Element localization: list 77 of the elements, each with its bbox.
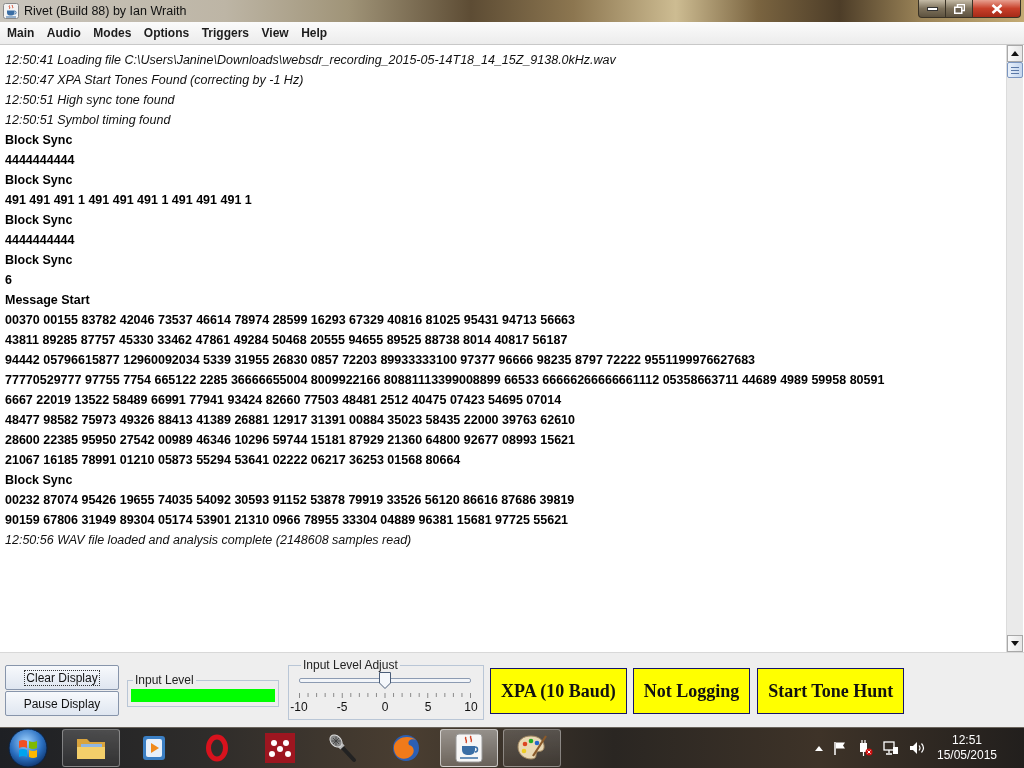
log-line: Block Sync bbox=[5, 212, 74, 229]
menu-item[interactable]: Options bbox=[137, 24, 196, 42]
microphone-icon bbox=[328, 733, 358, 763]
slider-thumb[interactable] bbox=[379, 672, 391, 689]
window-title: Rivet (Build 88) by Ian Wraith bbox=[24, 4, 187, 18]
log-line: Block Sync bbox=[5, 132, 74, 149]
log-line: 21067 16185 78991 01210 05873 55294 53641 02222 06217 36253 01568 80664 bbox=[5, 452, 462, 469]
log-line: 6667 22019 13522 58489 66991 77941 93424 82660 77503 48481 2512 40475 07423 54695 07014 bbox=[5, 392, 563, 409]
plug-icon[interactable] bbox=[857, 740, 873, 756]
menu-item[interactable]: Modes bbox=[87, 24, 138, 42]
cup-icon bbox=[455, 733, 483, 763]
log-line: 43811 89285 87757 45330 33462 47861 49284 50468 20555 94655 89525 88738 8014 40817 56187 bbox=[5, 332, 569, 349]
menu-item[interactable]: Help bbox=[295, 24, 334, 42]
down-arrow-icon bbox=[1011, 641, 1019, 646]
display-button[interactable]: Pause Display bbox=[5, 691, 119, 716]
log-line: 12:50:41 Loading file C:\Users\Janine\Downloads\websdr_recording_2015-05-14T18_14_15Z_9138.0kHz.wav bbox=[5, 52, 617, 69]
log-line: 00370 00155 83782 42046 73537 46614 78974 28599 16293 67329 40816 81025 95431 94713 56663 bbox=[5, 312, 576, 329]
tick-label: -10 bbox=[289, 700, 309, 714]
cup-icon bbox=[3, 3, 19, 19]
log-line: 4444444444 bbox=[5, 152, 76, 169]
speaker-icon[interactable] bbox=[909, 741, 926, 755]
log-line: 12:50:51 Symbol timing found bbox=[5, 112, 172, 129]
caret-icon[interactable] bbox=[815, 745, 823, 751]
log-line: Block Sync bbox=[5, 252, 74, 269]
scroll-down-button[interactable] bbox=[1007, 635, 1023, 652]
tick-label: 10 bbox=[463, 700, 479, 714]
ring-icon bbox=[205, 734, 229, 762]
orb-icon bbox=[8, 728, 48, 768]
log-line: 94442 05796615877 12960092034 5339 31955 26830 0857 72203 89933333100 97377 96666 98235 8797 72222 9551199976627683 bbox=[5, 352, 757, 369]
scroll-thumb[interactable] bbox=[1007, 62, 1023, 78]
taskbar-button[interactable] bbox=[503, 729, 561, 767]
display-button[interactable]: Clear Display bbox=[5, 665, 119, 690]
status-button[interactable]: XPA (10 Baud) bbox=[490, 668, 627, 714]
log-line: 00232 87074 95426 19655 74035 54092 30593 91152 53878 79919 33526 56120 86616 87686 39819 bbox=[5, 492, 576, 509]
dots-tile-icon bbox=[265, 733, 295, 763]
scroll-up-button[interactable] bbox=[1007, 45, 1023, 62]
status-button[interactable]: Start Tone Hunt bbox=[757, 668, 905, 714]
globe-icon bbox=[391, 733, 421, 763]
minimize-button[interactable] bbox=[918, 0, 946, 18]
up-arrow-icon bbox=[1011, 51, 1019, 56]
restore-button[interactable] bbox=[946, 0, 973, 18]
clock-time: 12:51 bbox=[952, 733, 982, 748]
tick-label: -5 bbox=[335, 700, 349, 714]
log-line: 90159 67806 31949 89304 05174 53901 21310 0966 78955 33304 04889 96381 15681 97725 55621 bbox=[5, 512, 570, 529]
log-line: 12:50:47 XPA Start Tones Found (correcting by -1 Hz) bbox=[5, 72, 305, 89]
log-line: 491 491 491 1 491 491 491 1 491 491 491 1 bbox=[5, 192, 253, 209]
log-line: Block Sync bbox=[5, 172, 74, 189]
close-icon bbox=[990, 3, 1003, 14]
restore-icon bbox=[953, 3, 965, 14]
menu-item[interactable]: Audio bbox=[40, 24, 87, 42]
taskbar-button[interactable] bbox=[62, 729, 120, 767]
group-title: Input Level bbox=[134, 673, 195, 687]
scrollbar[interactable] bbox=[1006, 45, 1023, 652]
play-icon bbox=[140, 734, 168, 762]
log-line: 6 bbox=[5, 272, 13, 289]
status-button[interactable]: Not Logging bbox=[632, 668, 751, 714]
clock-date: 15/05/2015 bbox=[936, 748, 998, 763]
minimize-icon bbox=[926, 6, 938, 11]
menu-item[interactable]: View bbox=[255, 24, 295, 42]
log-line: 12:50:51 High sync tone found bbox=[5, 92, 176, 109]
log-line: 4444444444 bbox=[5, 232, 76, 249]
log-line: 12:50:56 WAV file loaded and analysis complete (2148608 samples read) bbox=[5, 532, 413, 549]
menu-item[interactable]: Triggers bbox=[195, 24, 256, 42]
palette-icon bbox=[516, 733, 548, 763]
group-title: Input Level Adjust bbox=[302, 658, 399, 672]
network-icon[interactable] bbox=[883, 740, 899, 756]
log-line: Block Sync bbox=[5, 472, 74, 489]
log-line: 28600 22385 95950 27542 00989 46346 10296 59744 15181 87929 21360 64800 92677 08993 15621 bbox=[5, 432, 576, 449]
tick-label: 5 bbox=[423, 700, 433, 714]
grip-icon bbox=[1011, 66, 1019, 74]
close-button[interactable] bbox=[973, 0, 1021, 18]
menu-item[interactable]: Main bbox=[1, 24, 41, 42]
log-line: 77770529777 97755 7754 665122 2285 36666655004 8009922166 80881113399008899 66533 66666266666661112 05358663711 44689 4989 59958 80591 bbox=[5, 372, 886, 389]
log-line: 48477 98582 75973 49326 88413 41389 26881 12917 31391 00884 35023 58435 22000 39763 62610 bbox=[5, 412, 576, 429]
tick-label: 0 bbox=[380, 700, 390, 714]
log-line: Message Start bbox=[5, 292, 91, 309]
flag-icon[interactable] bbox=[833, 741, 847, 755]
